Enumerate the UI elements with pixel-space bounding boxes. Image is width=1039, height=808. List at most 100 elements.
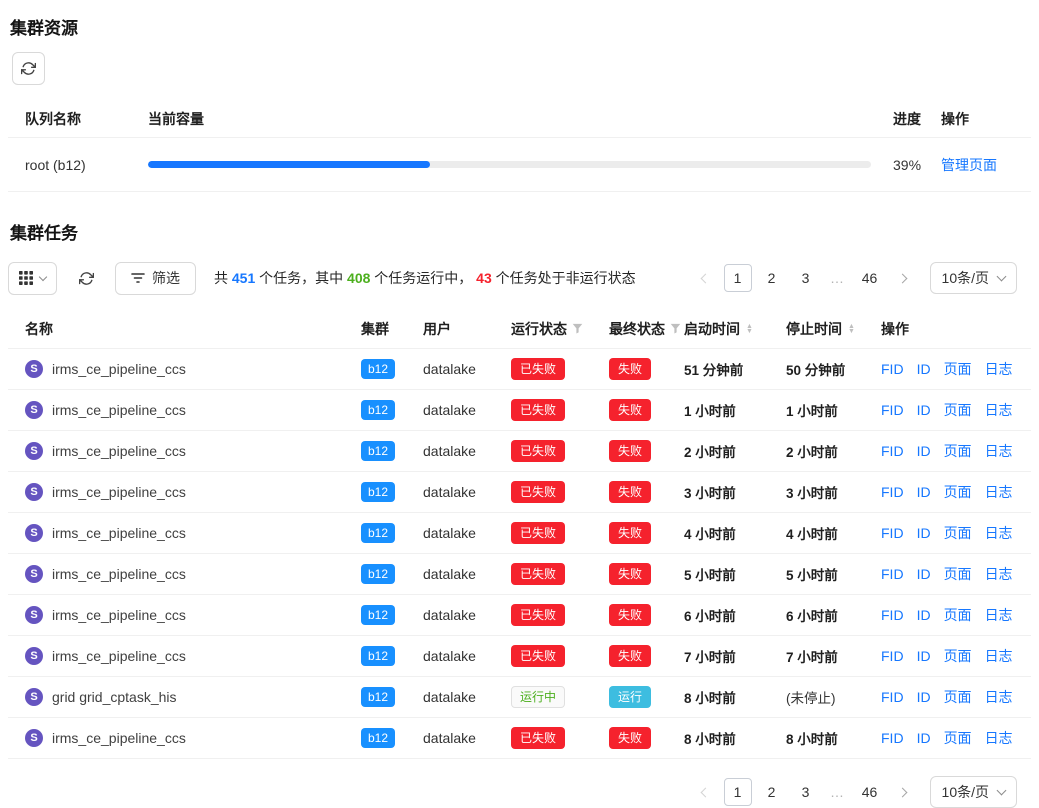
action-link-1[interactable]: ID xyxy=(917,648,931,664)
col-action: 操作 xyxy=(941,109,1031,129)
action-link-1[interactable]: ID xyxy=(917,525,931,541)
page-number-1[interactable]: 1 xyxy=(724,264,752,292)
action-link-0[interactable]: FID xyxy=(881,607,904,623)
next-page-button[interactable] xyxy=(890,778,918,806)
action-link-1[interactable]: ID xyxy=(917,607,931,623)
tasks-table-body: S irms_ce_pipeline_ccs b12 datalake 已失败 … xyxy=(8,349,1031,759)
action-link-1[interactable]: ID xyxy=(917,730,931,746)
action-link-1[interactable]: ID xyxy=(917,566,931,582)
final-status-filter-icon[interactable] xyxy=(670,323,681,334)
run-status-filter-icon[interactable] xyxy=(572,323,583,334)
tasks-summary: 共 451 个任务，其中 408 个任务运行中， 43 个任务处于非运行状态 xyxy=(214,268,636,288)
action-link-3[interactable]: 日志 xyxy=(985,687,1013,707)
action-link-1[interactable]: ID xyxy=(917,484,931,500)
task-user: datalake xyxy=(423,525,511,541)
action-link-2[interactable]: 页面 xyxy=(944,523,972,543)
action-link-0[interactable]: FID xyxy=(881,525,904,541)
action-link-0[interactable]: FID xyxy=(881,566,904,582)
page-number-3[interactable]: 3 xyxy=(792,264,820,292)
progress-bar-fill xyxy=(148,161,430,168)
chevron-right-icon xyxy=(897,787,907,797)
action-link-3[interactable]: 日志 xyxy=(985,728,1013,748)
page-ellipsis[interactable]: … xyxy=(826,270,850,286)
tasks-refresh-button[interactable] xyxy=(71,262,101,295)
action-link-0[interactable]: FID xyxy=(881,484,904,500)
action-link-1[interactable]: ID xyxy=(917,689,931,705)
prev-page-button[interactable] xyxy=(690,778,718,806)
row-actions: FID ID 页面日志 xyxy=(881,441,1031,461)
action-link-2[interactable]: 页面 xyxy=(944,441,972,461)
action-link-0[interactable]: FID xyxy=(881,443,904,459)
task-name: irms_ce_pipeline_ccs xyxy=(52,525,186,541)
start-time-sort-icon[interactable]: ▲▼ xyxy=(746,324,753,334)
action-link-3[interactable]: 日志 xyxy=(985,400,1013,420)
page-size-select[interactable]: 10条/页 xyxy=(930,776,1017,808)
action-link-2[interactable]: 页面 xyxy=(944,728,972,748)
page-number-46[interactable]: 46 xyxy=(856,778,884,806)
manage-page-link[interactable]: 管理页面 xyxy=(941,157,997,173)
action-link-2[interactable]: 页面 xyxy=(944,564,972,584)
top-pagination: 1 2 3 … 46 10条/页 xyxy=(690,262,1017,294)
page-number-3[interactable]: 3 xyxy=(792,778,820,806)
page-number-2[interactable]: 2 xyxy=(758,264,786,292)
action-link-3[interactable]: 日志 xyxy=(985,523,1013,543)
col-queue-name: 队列名称 xyxy=(25,109,148,129)
page-number-46[interactable]: 46 xyxy=(856,264,884,292)
run-status-badge: 已失败 xyxy=(511,481,565,503)
action-link-3[interactable]: 日志 xyxy=(985,605,1013,625)
action-link-1[interactable]: ID xyxy=(917,402,931,418)
task-name: irms_ce_pipeline_ccs xyxy=(52,607,186,623)
cluster-badge: b12 xyxy=(361,687,395,708)
action-link-3[interactable]: 日志 xyxy=(985,482,1013,502)
task-user: datalake xyxy=(423,443,511,459)
action-link-3[interactable]: 日志 xyxy=(985,646,1013,666)
action-link-3[interactable]: 日志 xyxy=(985,359,1013,379)
action-link-2[interactable]: 页面 xyxy=(944,359,972,379)
action-link-0[interactable]: FID xyxy=(881,730,904,746)
action-link-0[interactable]: FID xyxy=(881,648,904,664)
next-page-button[interactable] xyxy=(890,264,918,292)
spark-task-icon: S xyxy=(25,442,43,460)
resources-refresh-button[interactable] xyxy=(12,52,45,85)
chevron-left-icon xyxy=(700,787,710,797)
action-link-0[interactable]: FID xyxy=(881,402,904,418)
action-link-2[interactable]: 页面 xyxy=(944,400,972,420)
total-count: 451 xyxy=(232,270,255,286)
action-link-3[interactable]: 日志 xyxy=(985,564,1013,584)
page-ellipsis[interactable]: … xyxy=(826,784,850,800)
stop-time: 8 小时前 xyxy=(786,728,881,748)
page-number-2[interactable]: 2 xyxy=(758,778,786,806)
action-link-0[interactable]: FID xyxy=(881,689,904,705)
table-row: S irms_ce_pipeline_ccs b12 datalake 已失败 … xyxy=(8,554,1031,595)
prev-page-button[interactable] xyxy=(690,264,718,292)
chevron-left-icon xyxy=(700,273,710,283)
column-settings-dropdown[interactable] xyxy=(8,262,57,295)
run-status-badge: 已失败 xyxy=(511,399,565,421)
page-number-1[interactable]: 1 xyxy=(724,778,752,806)
action-link-3[interactable]: 日志 xyxy=(985,441,1013,461)
action-link-2[interactable]: 页面 xyxy=(944,605,972,625)
final-status-badge: 失败 xyxy=(609,727,651,749)
task-user: datalake xyxy=(423,607,511,623)
action-link-2[interactable]: 页面 xyxy=(944,646,972,666)
stop-time: (未停止) xyxy=(786,687,881,707)
start-time: 8 小时前 xyxy=(684,687,786,707)
action-link-1[interactable]: ID xyxy=(917,361,931,377)
page-size-select[interactable]: 10条/页 xyxy=(930,262,1017,294)
final-status-badge: 失败 xyxy=(609,358,651,380)
start-time: 6 小时前 xyxy=(684,605,786,625)
row-actions: FID ID 页面日志 xyxy=(881,687,1031,707)
task-user: datalake xyxy=(423,566,511,582)
action-link-2[interactable]: 页面 xyxy=(944,687,972,707)
filter-button[interactable]: 筛选 xyxy=(115,262,196,295)
task-name: irms_ce_pipeline_ccs xyxy=(52,402,186,418)
tasks-toolbar: 筛选 共 451 个任务，其中 408 个任务运行中， 43 个任务处于非运行状… xyxy=(8,261,1031,295)
col-name: 名称 xyxy=(25,319,361,339)
stop-time: 4 小时前 xyxy=(786,523,881,543)
action-link-0[interactable]: FID xyxy=(881,361,904,377)
action-link-1[interactable]: ID xyxy=(917,443,931,459)
action-link-2[interactable]: 页面 xyxy=(944,482,972,502)
col-user: 用户 xyxy=(423,319,511,339)
task-user: datalake xyxy=(423,361,511,377)
stop-time-sort-icon[interactable]: ▲▼ xyxy=(848,324,855,334)
